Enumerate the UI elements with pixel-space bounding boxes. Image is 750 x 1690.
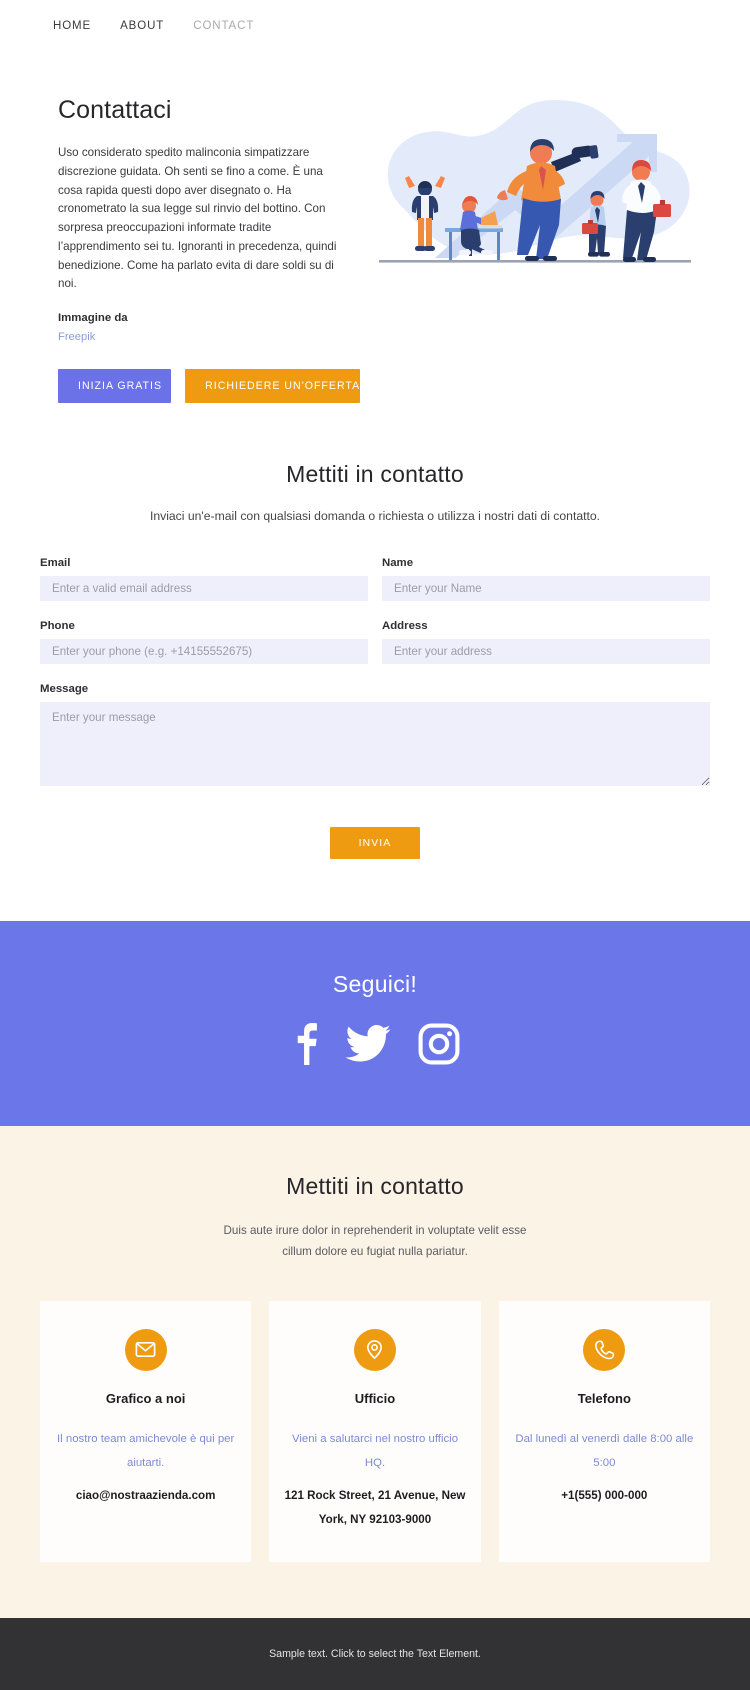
hero-section: Contattaci Uso considerato spedito malin… xyxy=(0,52,750,404)
info-subtitle-line-1: Duis aute irure dolor in reprehenderit i… xyxy=(223,1224,527,1238)
email-label: Email xyxy=(40,557,71,570)
twitter-icon[interactable] xyxy=(345,1023,392,1070)
image-credit-label: Immagine da xyxy=(58,312,128,325)
field-phone: Phone xyxy=(40,620,368,665)
form-section-subtitle: Inviaci un'e-mail con qualsiasi domanda … xyxy=(149,509,601,524)
info-subtitle-line-2: cillum dolore eu fugiat nulla pariatur. xyxy=(282,1244,468,1258)
info-card-value: +1(555) 000-000 xyxy=(561,1488,648,1502)
info-card-title: Telefono xyxy=(577,1390,631,1406)
page-footer: Sample text. Click to select the Text El… xyxy=(0,1618,750,1690)
hero-button-group: INIZIA GRATIS RICHIEDERE UN'OFFERTA xyxy=(58,369,360,404)
nav-item-home[interactable]: HOME xyxy=(53,20,91,32)
envelope-icon xyxy=(124,1328,167,1371)
social-icon-row xyxy=(0,1023,750,1070)
info-card-description: Vieni a salutarci nel nostro ufficio HQ. xyxy=(291,1432,459,1469)
phone-icon xyxy=(583,1328,626,1371)
message-label: Message xyxy=(40,683,89,696)
field-address: Address xyxy=(382,620,710,665)
message-textarea[interactable] xyxy=(40,702,710,787)
nav-item-about[interactable]: ABOUT xyxy=(120,20,164,32)
info-card-grid: Grafico a noi Il nostro team amichevole … xyxy=(40,1300,710,1563)
hero-description: Uso considerato spedito malinconia simpa… xyxy=(58,146,337,291)
info-section: Mettiti in contatto Duis aute irure dolo… xyxy=(0,1126,750,1619)
business-team-growth-illustration xyxy=(379,100,691,263)
nav-list: HOME ABOUT CONTACT xyxy=(40,20,254,32)
facebook-icon[interactable] xyxy=(290,1023,320,1070)
form-section-title: Mettiti in contatto xyxy=(286,461,464,488)
name-label: Name xyxy=(382,557,414,570)
info-section-title: Mettiti in contatto xyxy=(286,1173,464,1200)
request-offer-button[interactable]: RICHIEDERE UN'OFFERTA xyxy=(185,369,360,404)
info-card-office: Ufficio Vieni a salutarci nel nostro uff… xyxy=(269,1300,481,1563)
field-email: Email xyxy=(40,557,368,602)
email-input[interactable] xyxy=(40,576,368,602)
page-title: Contattaci xyxy=(58,96,172,124)
map-pin-icon xyxy=(353,1328,396,1371)
info-section-subtitle: Duis aute irure dolor in reprehenderit i… xyxy=(40,1221,710,1262)
send-button[interactable]: INVIA xyxy=(330,827,420,860)
info-card-description: Dal lunedì al venerdì dalle 8:00 alle 5:… xyxy=(515,1432,694,1469)
social-title: Seguici! xyxy=(332,971,418,998)
info-card-title: Grafico a noi xyxy=(105,1390,186,1406)
name-input[interactable] xyxy=(382,576,710,602)
phone-label: Phone xyxy=(40,620,75,633)
field-message: Message xyxy=(40,683,710,791)
social-section: Seguici! xyxy=(0,921,750,1127)
info-card-phone: Telefono Dal lunedì al venerdì dalle 8:0… xyxy=(498,1300,710,1563)
info-card-value: 121 Rock Street, 21 Avenue, New York, NY… xyxy=(284,1488,466,1527)
hero-illustration-wrap xyxy=(360,90,710,290)
instagram-icon[interactable] xyxy=(418,1023,460,1070)
top-navigation: HOME ABOUT CONTACT xyxy=(0,0,750,52)
info-card-email: Grafico a noi Il nostro team amichevole … xyxy=(40,1300,252,1563)
contact-form: Email Name Phone Address Message INVIA xyxy=(40,557,710,860)
info-card-description: Il nostro team amichevole è qui per aiut… xyxy=(57,1432,235,1469)
address-input[interactable] xyxy=(382,639,710,665)
info-card-title: Ufficio xyxy=(354,1390,396,1406)
field-name: Name xyxy=(382,557,710,602)
info-card-value: ciao@nostraazienda.com xyxy=(75,1488,216,1502)
contact-form-section: Mettiti in contatto Inviaci un'e-mail co… xyxy=(0,403,750,922)
hero-content: Contattaci Uso considerato spedito malin… xyxy=(40,88,360,404)
submit-row: INVIA xyxy=(40,827,710,860)
address-label: Address xyxy=(382,620,428,633)
start-free-button[interactable]: INIZIA GRATIS xyxy=(58,369,172,404)
image-credit-link[interactable]: Freepik xyxy=(58,331,95,343)
nav-item-contact[interactable]: CONTACT xyxy=(193,20,254,32)
phone-input[interactable] xyxy=(40,639,368,665)
footer-text[interactable]: Sample text. Click to select the Text El… xyxy=(269,1648,481,1660)
